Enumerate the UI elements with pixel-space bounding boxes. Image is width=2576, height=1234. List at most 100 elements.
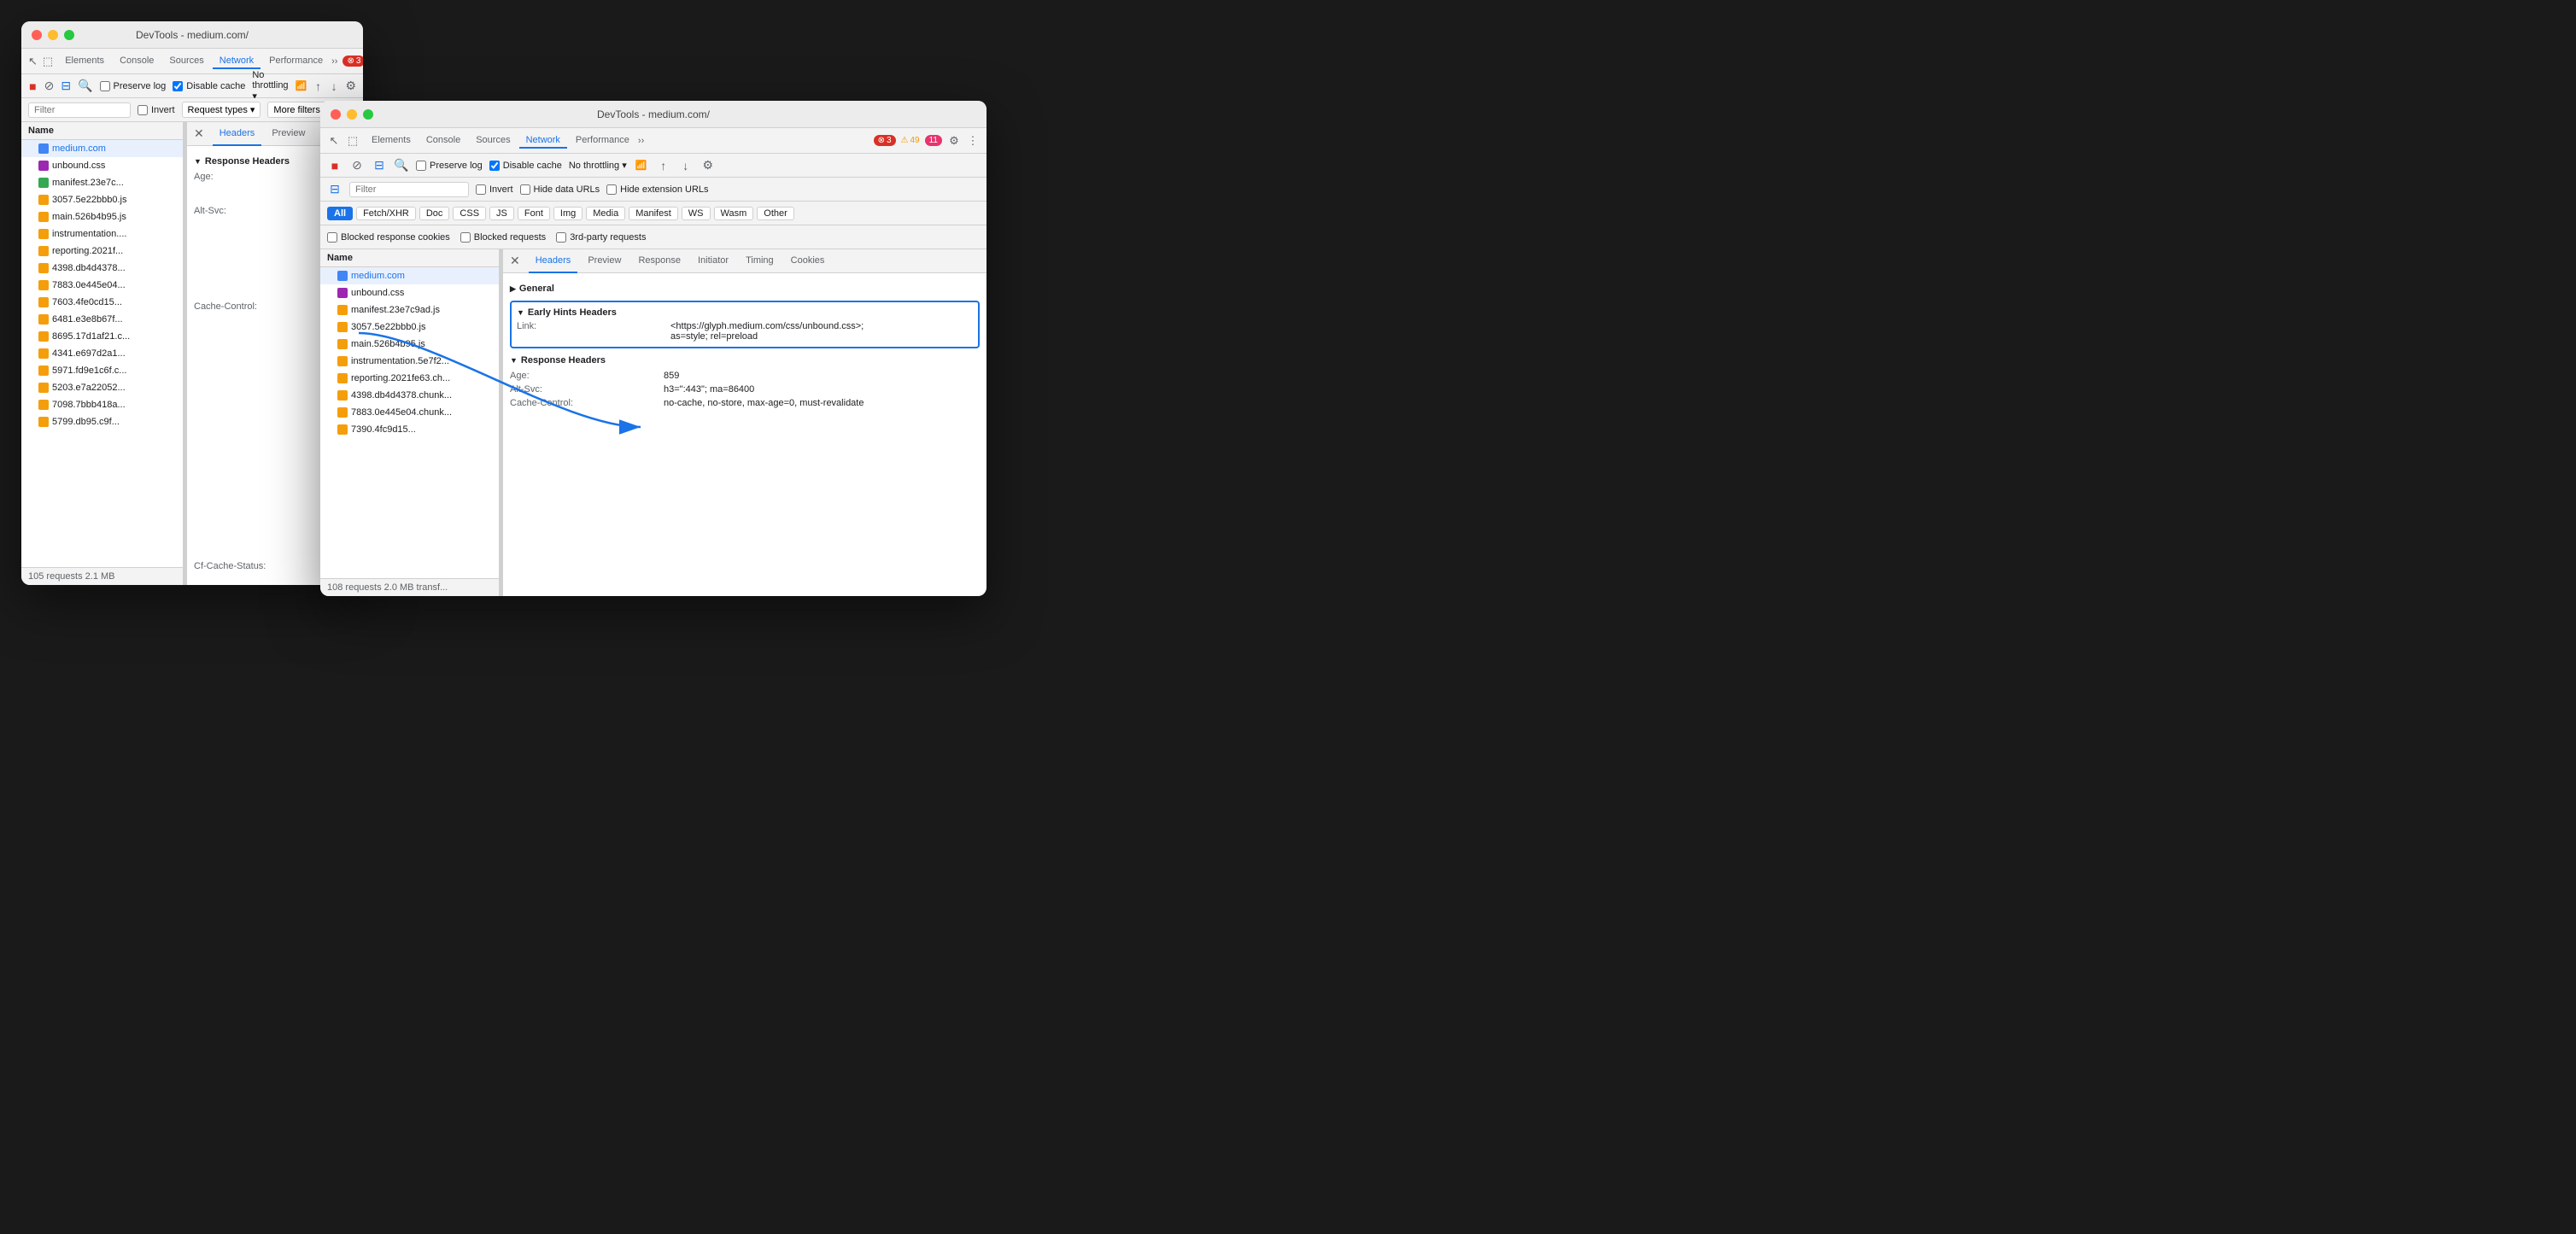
file-item-unbound-2[interactable]: unbound.css [320, 284, 499, 301]
detail-tab-timing-2[interactable]: Timing [739, 249, 781, 273]
disable-cache-checkbox[interactable] [173, 81, 183, 91]
invert-checkbox[interactable] [138, 105, 148, 115]
file-item-5203[interactable]: 5203.e7a22052... [21, 379, 183, 396]
filter-input-2[interactable] [349, 182, 469, 197]
upload-icon[interactable]: ↑ [313, 79, 323, 94]
file-item-unbound[interactable]: unbound.css [21, 157, 183, 174]
file-item-6481[interactable]: 6481.e3e8b67f... [21, 311, 183, 328]
detail-tab-headers-2[interactable]: Headers [529, 249, 578, 273]
type-btn-doc[interactable]: Doc [419, 207, 450, 220]
minimize-button-1[interactable] [48, 30, 58, 40]
filter-input-1[interactable] [28, 102, 131, 118]
tab-elements-2[interactable]: Elements [365, 133, 418, 149]
type-btn-other[interactable]: Other [757, 207, 794, 220]
file-item-7603[interactable]: 7603.4fe0cd15... [21, 294, 183, 311]
tab-network-2[interactable]: Network [519, 133, 567, 149]
window-controls-1[interactable] [32, 30, 74, 40]
detail-tab-preview-2[interactable]: Preview [581, 249, 628, 273]
response-headers-section-2[interactable]: Response Headers [510, 352, 980, 369]
file-item-4398-2[interactable]: 4398.db4d4378.chunk... [320, 387, 499, 404]
type-btn-js[interactable]: JS [489, 207, 514, 220]
device-icon[interactable]: ⬚ [43, 55, 53, 68]
device-icon-2[interactable]: ⬚ [346, 134, 360, 148]
cursor-icon-2[interactable]: ↖ [327, 134, 341, 148]
file-item-medium-2[interactable]: medium.com [320, 267, 499, 284]
detail-tab-headers-1[interactable]: Headers [213, 122, 262, 146]
tab-network[interactable]: Network [213, 54, 261, 69]
maximize-button-1[interactable] [64, 30, 74, 40]
invert-label-2[interactable]: Invert [476, 184, 513, 195]
tab-console[interactable]: Console [113, 54, 161, 69]
preserve-log-checkbox[interactable] [100, 81, 110, 91]
hide-extension-urls-label[interactable]: Hide extension URLs [606, 184, 708, 195]
download-icon-2[interactable]: ↓ [678, 158, 694, 173]
file-item-instrumentation-2[interactable]: instrumentation.5e7f2... [320, 353, 499, 370]
detail-tab-cookies-2[interactable]: Cookies [784, 249, 832, 273]
file-item-4398[interactable]: 4398.db4d4378... [21, 260, 183, 277]
settings-icon-net-2[interactable]: ⚙ [700, 158, 716, 173]
preserve-log-label-2[interactable]: Preserve log [416, 161, 483, 171]
hide-extension-urls-checkbox[interactable] [606, 184, 617, 195]
filter-active-icon[interactable]: ⊟ [327, 182, 342, 197]
hide-data-urls-label[interactable]: Hide data URLs [520, 184, 600, 195]
blocked-requests-checkbox[interactable] [460, 232, 471, 243]
preserve-log-label[interactable]: Preserve log [100, 81, 167, 91]
detail-tab-preview-1[interactable]: Preview [265, 122, 312, 146]
file-item-instrumentation[interactable]: instrumentation.... [21, 225, 183, 243]
disable-cache-label[interactable]: Disable cache [173, 81, 245, 91]
file-item-7883[interactable]: 7883.0e445e04... [21, 277, 183, 294]
search-icon-2[interactable]: 🔍 [394, 158, 409, 173]
blocked-requests-label[interactable]: Blocked requests [460, 232, 546, 243]
file-item-7883-2[interactable]: 7883.0e445e04.chunk... [320, 404, 499, 421]
third-party-requests-label[interactable]: 3rd-party requests [556, 232, 646, 243]
general-section-header[interactable]: General [510, 280, 980, 297]
tab-more[interactable]: ›› [331, 56, 337, 67]
tab-performance[interactable]: Performance [262, 54, 330, 69]
file-item-medium[interactable]: medium.com [21, 140, 183, 157]
file-item-reporting[interactable]: reporting.2021f... [21, 243, 183, 260]
search-icon[interactable]: 🔍 [78, 79, 92, 94]
download-icon[interactable]: ↓ [330, 79, 339, 94]
file-item-main-2[interactable]: main.526b4b95.js [320, 336, 499, 353]
stop-icon[interactable]: ■ [28, 79, 38, 94]
file-item-8695[interactable]: 8695.17d1af21.c... [21, 328, 183, 345]
window-controls-2[interactable] [331, 109, 373, 120]
wifi-icon[interactable]: 📶 [296, 79, 307, 94]
file-item-3057[interactable]: 3057.5e22bbb0.js [21, 191, 183, 208]
type-btn-ws[interactable]: WS [682, 207, 711, 220]
type-btn-css[interactable]: CSS [453, 207, 486, 220]
maximize-button-2[interactable] [363, 109, 373, 120]
settings-icon-2[interactable]: ⚙ [947, 134, 961, 148]
hide-data-urls-checkbox[interactable] [520, 184, 530, 195]
type-btn-wasm[interactable]: Wasm [714, 207, 754, 220]
file-item-4341[interactable]: 4341.e697d2a1... [21, 345, 183, 362]
detail-close-2[interactable]: ✕ [510, 254, 520, 268]
file-item-manifest-2[interactable]: manifest.23e7c9ad.js [320, 301, 499, 319]
throttle-select[interactable]: No throttling ▾ [252, 70, 288, 102]
tab-sources-2[interactable]: Sources [469, 133, 517, 149]
preserve-log-checkbox-2[interactable] [416, 161, 426, 171]
detail-tab-initiator-2[interactable]: Initiator [691, 249, 735, 273]
detail-close-1[interactable]: ✕ [194, 126, 204, 141]
cursor-icon[interactable]: ↖ [28, 55, 38, 68]
close-button-1[interactable] [32, 30, 42, 40]
settings-icon-net[interactable]: ⚙ [345, 79, 356, 94]
tab-more-2[interactable]: ›› [638, 136, 644, 146]
close-button-2[interactable] [331, 109, 341, 120]
invert-label[interactable]: Invert [138, 105, 175, 115]
type-btn-media[interactable]: Media [586, 207, 625, 220]
minimize-button-2[interactable] [347, 109, 357, 120]
file-item-3057-2[interactable]: 3057.5e22bbb0.js [320, 319, 499, 336]
upload-icon-2[interactable]: ↑ [656, 158, 671, 173]
file-item-7098[interactable]: 7098.7bbb418a... [21, 396, 183, 413]
filter-icon-2[interactable]: ⊟ [372, 158, 387, 173]
throttle-select-2[interactable]: No throttling ▾ [569, 160, 627, 171]
file-item-manifest[interactable]: manifest.23e7c... [21, 174, 183, 191]
clear-icon-2[interactable]: ⊘ [349, 158, 365, 173]
filter-icon[interactable]: ⊟ [61, 79, 71, 94]
type-btn-img[interactable]: Img [553, 207, 583, 220]
type-btn-fetch-xhr[interactable]: Fetch/XHR [356, 207, 416, 220]
early-hints-section-header[interactable]: Early Hints Headers [517, 306, 973, 319]
file-item-5799[interactable]: 5799.db95.c9f... [21, 413, 183, 430]
blocked-response-cookies-label[interactable]: Blocked response cookies [327, 232, 450, 243]
